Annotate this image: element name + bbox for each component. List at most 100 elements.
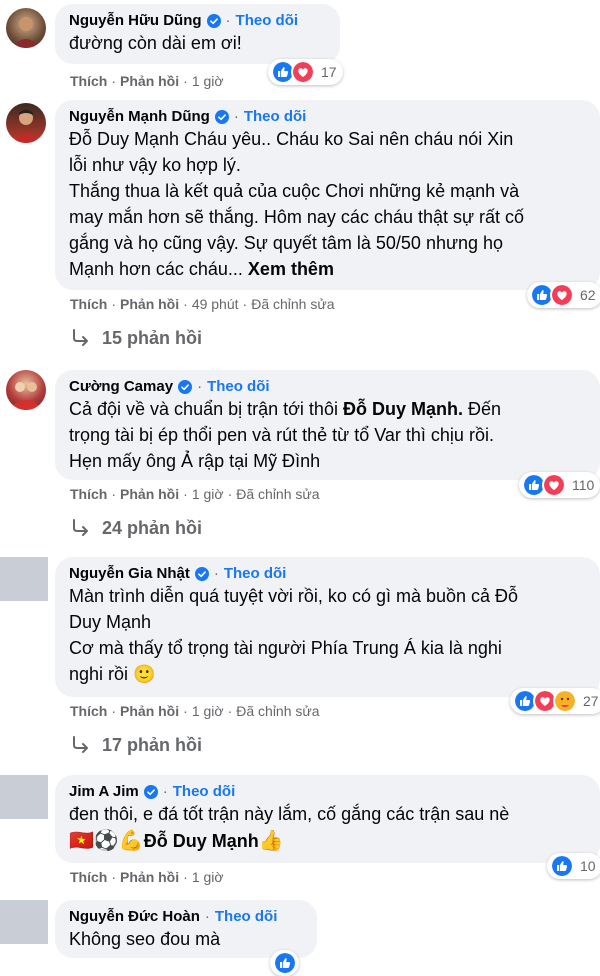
comment-line: đen thôi, e đá tốt trận này lắm, cố gắng… [69,804,510,824]
reply-button[interactable]: Phản hồi [120,73,179,89]
avatar[interactable] [6,370,46,410]
reactions-summary[interactable]: 62 [527,282,600,308]
comment-text: Màn trình diễn quá tuyệt vời rồi, ko có … [69,583,586,687]
separator: · [111,296,117,312]
timestamp[interactable]: 1 giờ [192,703,224,719]
comment-bubble: Nguyễn Mạnh Dũng · Theo dõi Đỗ Duy Mạnh … [55,100,600,290]
like-button[interactable]: Thích [70,296,107,312]
separator: · [183,296,188,312]
reaction-count: 17 [321,64,337,80]
reply-arrow-icon [68,733,92,757]
separator: · [204,908,210,925]
comment-actions: Thích · Phản hồi · 1 giờ [70,73,224,89]
view-replies-button[interactable]: 24 phản hồi [68,516,202,540]
replies-count: 15 phản hồi [102,327,203,348]
follow-button[interactable]: Theo dõi [224,564,287,583]
timestamp[interactable]: 49 phút [192,296,239,312]
comment-line: Không seo đou mà [69,929,221,949]
edited-label: Đã chỉnh sửa [236,486,320,502]
like-button[interactable]: Thích [70,73,107,89]
separator: · [227,486,233,502]
verified-badge-icon [215,110,229,124]
verified-badge-icon [144,785,158,799]
mention-link[interactable]: Đỗ Duy Mạnh [144,831,259,851]
follow-button[interactable]: Theo dõi [244,107,307,126]
comment-actions: Thích · Phản hồi · 49 phút · Đã chỉnh sử… [70,296,335,312]
follow-button[interactable]: Theo dõi [173,782,236,801]
love-icon [291,60,315,84]
timestamp[interactable]: 1 giờ [192,486,224,502]
reply-button[interactable]: Phản hồi [120,296,179,312]
comment-actions: Thích · Phản hồi · 1 giờ · Đã chỉnh sửa [70,703,320,719]
like-button[interactable]: Thích [70,703,107,719]
comment-actions: Thích · Phản hồi · 1 giờ · Đã chỉnh sửa [70,486,320,502]
avatar[interactable] [0,557,48,601]
comment-line: lỗi như vậy ko hợp lý. [69,155,241,175]
view-replies-button[interactable]: 17 phản hồi [68,733,202,757]
edited-label: Đã chỉnh sửa [236,703,320,719]
comment-line: đường còn dài em ơi! [69,33,242,53]
timestamp[interactable]: 1 giờ [192,73,224,89]
separator: · [242,296,248,312]
follow-button[interactable]: Theo dõi [236,11,299,30]
author-name[interactable]: Nguyễn Hữu Dũng [69,11,202,30]
reaction-count: 10 [580,858,596,874]
view-replies-button[interactable]: 15 phản hồi [68,326,202,350]
smile-emoji-icon: 🙂 [133,664,156,684]
edited-label: Đã chỉnh sửa [251,296,335,312]
mention-link[interactable]: Đỗ Duy Mạnh. [343,399,463,419]
reaction-count: 62 [580,287,596,303]
timestamp[interactable]: 1 giờ [192,869,224,885]
comment-line: Duy Mạnh [69,612,152,632]
reactions-summary[interactable] [270,950,299,976]
separator: · [183,869,188,885]
author-name[interactable]: Jim A Jim [69,782,139,801]
comment-text: Không seo đou mà [69,926,303,952]
comment-line: gắng và họ cũng vậy. Sự quyết tâm là 50/… [69,233,504,253]
avatar[interactable] [0,775,48,819]
separator: · [197,378,203,395]
reactions-summary[interactable]: 17 [268,59,343,85]
comment-line: Màn trình diễn quá tuyệt vời rồi, ko có … [69,586,519,606]
replies-count: 24 phản hồi [102,517,203,538]
separator: · [227,703,233,719]
comment-line: Mạnh hơn các cháu... [69,259,243,279]
verified-badge-icon [207,14,221,28]
separator: · [183,73,188,89]
author-name[interactable]: Nguyễn Gia Nhật [69,564,190,583]
see-more-link[interactable]: Xem thêm [248,259,334,279]
reactions-summary[interactable]: 27 [510,688,600,714]
reply-button[interactable]: Phản hồi [120,703,179,719]
comment-text: đen thôi, e đá tốt trận này lắm, cố gắng… [69,801,586,855]
separator: · [233,108,239,125]
comment-bubble: Nguyễn Gia Nhật · Theo dõi Màn trình diễ… [55,557,600,697]
follow-button[interactable]: Theo dõi [215,907,278,926]
emoji-sequence: 🇻🇳⚽💪 [69,830,144,852]
follow-button[interactable]: Theo dõi [207,377,270,396]
like-button[interactable]: Thích [70,486,107,502]
author-name[interactable]: Nguyễn Mạnh Dũng [69,107,210,126]
comment-line: may mắn hơn sẽ thắng. Hôm nay các cháu t… [69,207,525,227]
replies-count: 17 phản hồi [102,734,203,755]
avatar[interactable] [6,103,46,143]
avatar[interactable] [6,8,46,48]
author-name[interactable]: Nguyễn Đức Hoàn [69,907,200,926]
reply-button[interactable]: Phản hồi [120,869,179,885]
love-icon [542,473,566,497]
author-name[interactable]: Cường Camay [69,377,173,396]
love-icon [550,283,574,307]
separator: · [183,486,188,502]
comment-actions: Thích · Phản hồi · 1 giờ [70,869,224,885]
separator: · [213,565,219,582]
reply-button[interactable]: Phản hồi [120,486,179,502]
separator: · [183,703,188,719]
avatar[interactable] [0,900,48,944]
separator: · [111,869,117,885]
reactions-summary[interactable]: 10 [547,853,600,879]
reactions-summary[interactable]: 110 [519,472,600,498]
care-icon [553,689,577,713]
comment-line: Thắng thua là kết quả của cuộc Chơi nhữn… [69,181,520,201]
comment-line: Hẹn mấy ông Ả rập tại Mỹ Đình [69,451,321,471]
like-icon [273,951,297,975]
like-button[interactable]: Thích [70,869,107,885]
